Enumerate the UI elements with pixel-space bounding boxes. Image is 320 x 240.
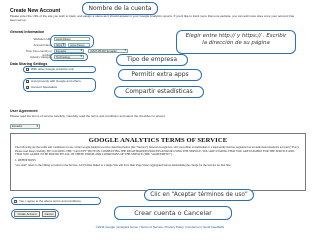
time-zone-select[interactable]: (GMT-05:00) Ecuador <box>88 48 128 53</box>
industry-highlight-ring <box>50 52 88 61</box>
page-subtitle: Please enter the URL of the site you wis… <box>10 14 295 22</box>
callout-url-hint: Elegir entre http:// y https:// . Escrib… <box>176 30 296 54</box>
share-option-2-highlight-ring <box>23 78 96 92</box>
callout-accept-terms: Clic en “Aceptar términos de uso” <box>144 189 254 201</box>
accept-highlight-ring <box>11 197 101 205</box>
tos-body-3: "Account" refers to the billing account … <box>15 163 232 168</box>
callout-company-type: Tipo de empresa <box>116 54 188 66</box>
account-name-label: Account Name <box>33 43 52 47</box>
screenshot-frame: Create New Account Please enter the URL … <box>4 2 316 238</box>
callout-allow-apps: Permitir extra apps <box>118 69 202 81</box>
user-agreement-text: Please read the terms of service careful… <box>10 114 166 118</box>
general-section-heading: General Information <box>10 30 45 34</box>
share-option-1-highlight-ring <box>23 66 96 73</box>
callout-create-or-cancel: Crear cuenta o Cancelar <box>114 206 232 220</box>
industry-label: Industry Category <box>29 55 52 59</box>
page-footer: ©2011 Google | Analytics Home | Terms of… <box>95 225 225 229</box>
callout-share-stats: Compartir estadísticas <box>114 86 204 98</box>
user-agreement-section-heading: User Agreement <box>10 109 38 113</box>
terms-of-service-box[interactable]: GOOGLE ANALYTICS TERMS OF SERVICE The fo… <box>10 133 306 191</box>
tos-heading: GOOGLE ANALYTICS TERMS OF SERVICE <box>88 137 228 144</box>
tos-body-2: 1. DEFINITIONS <box>15 157 36 162</box>
url-highlight-ring <box>50 34 94 48</box>
tos-body-1: The following are the terms and conditio… <box>15 145 300 157</box>
callout-account-name: Nombre de la cuenta <box>82 2 158 15</box>
country-select[interactable]: Ecuador <box>10 124 40 129</box>
website-url-label: Website's URL <box>33 37 52 41</box>
buttons-highlight-ring <box>11 208 59 219</box>
